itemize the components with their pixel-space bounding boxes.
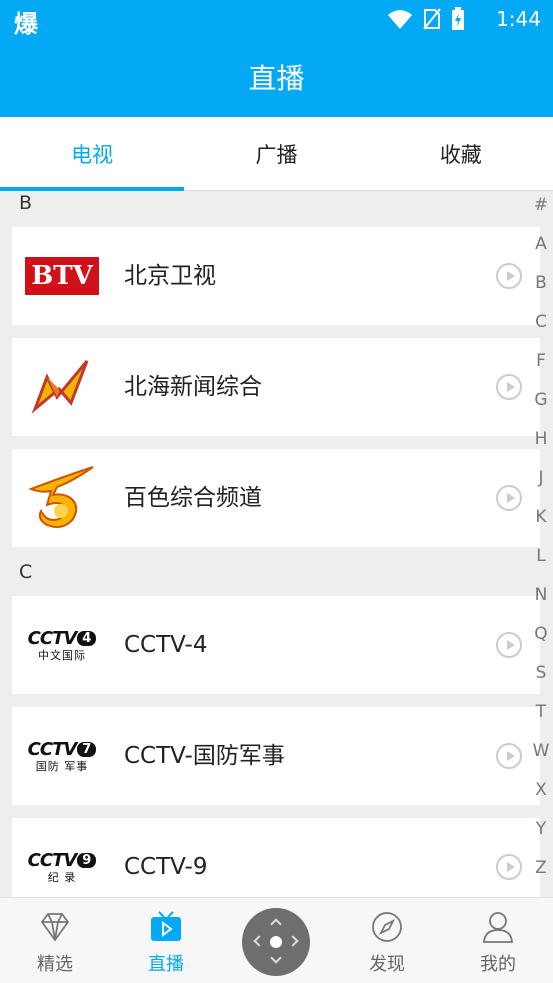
index-letter[interactable]: A bbox=[529, 234, 553, 254]
cctv-logo: CCTV 4 中文国际 bbox=[28, 629, 97, 661]
play-icon[interactable] bbox=[496, 485, 522, 511]
play-icon[interactable] bbox=[496, 263, 522, 289]
nav-live[interactable]: 直播 bbox=[121, 898, 211, 983]
index-letter[interactable]: Q bbox=[529, 624, 553, 644]
channel-logo: CCTV 7 国防 军事 bbox=[24, 729, 100, 783]
channel-name: 北海新闻综合 bbox=[124, 374, 262, 400]
channel-logo bbox=[24, 360, 100, 414]
clock: 1:44 bbox=[496, 7, 541, 31]
index-letter[interactable]: S bbox=[529, 663, 553, 683]
tab-favorites[interactable]: 收藏 bbox=[369, 117, 553, 190]
cctv-logo: CCTV 7 国防 军事 bbox=[28, 740, 97, 772]
channel-row[interactable]: CCTV 4 中文国际 CCTV-4 bbox=[12, 596, 540, 694]
app-notification-icon: 爆 bbox=[14, 10, 38, 38]
channel-logo bbox=[24, 466, 100, 528]
index-letter[interactable]: G bbox=[529, 390, 553, 410]
nav-label: 发现 bbox=[369, 954, 405, 975]
channel-name: 北京卫视 bbox=[124, 263, 216, 289]
chevron-up-icon bbox=[270, 918, 282, 930]
status-bar: 爆 1:44 bbox=[0, 0, 553, 38]
channel-row[interactable]: BTV 北京卫视 bbox=[12, 227, 540, 325]
play-icon[interactable] bbox=[496, 374, 522, 400]
chevron-left-icon bbox=[253, 935, 265, 947]
diamond-icon bbox=[40, 913, 70, 942]
index-letter[interactable]: X bbox=[529, 780, 553, 800]
index-letter[interactable]: Y bbox=[529, 819, 553, 839]
btv-logo: BTV bbox=[25, 257, 99, 295]
index-letter[interactable]: L bbox=[529, 546, 553, 566]
index-letter[interactable]: Z bbox=[529, 858, 553, 878]
channel-name: CCTV-9 bbox=[124, 854, 208, 880]
channel-list[interactable]: B BTV 北京卫视 北海新闻综合 百色综合频道 C CCTV 4 中文国际 C… bbox=[0, 191, 553, 897]
beihai-logo bbox=[31, 360, 89, 414]
nav-label: 我的 bbox=[480, 954, 516, 975]
remote-control-button[interactable] bbox=[242, 908, 310, 976]
channel-name: CCTV-国防军事 bbox=[124, 743, 285, 769]
compass-icon bbox=[372, 912, 402, 942]
center-dot-icon bbox=[270, 936, 282, 948]
page-title-bar: 直播 bbox=[0, 37, 553, 117]
index-letter[interactable]: K bbox=[529, 507, 553, 527]
channel-name: 百色综合频道 bbox=[124, 485, 262, 511]
tab-radio[interactable]: 广播 bbox=[184, 117, 368, 190]
tv-icon bbox=[151, 911, 181, 941]
alphabet-index[interactable]: # A B C F G H J K L N Q S T W X Y Z bbox=[529, 191, 553, 897]
chevron-right-icon bbox=[287, 935, 299, 947]
index-letter[interactable]: T bbox=[529, 702, 553, 722]
channel-logo: CCTV 9 纪 录 bbox=[24, 840, 100, 894]
index-letter[interactable]: B bbox=[529, 273, 553, 293]
index-letter[interactable]: # bbox=[529, 195, 553, 215]
index-letter[interactable]: W bbox=[529, 741, 553, 761]
page-title: 直播 bbox=[248, 62, 305, 95]
baise-logo bbox=[28, 466, 94, 528]
index-letter[interactable]: F bbox=[529, 351, 553, 371]
wifi-icon bbox=[388, 10, 412, 29]
play-icon[interactable] bbox=[496, 854, 522, 880]
tab-tv[interactable]: 电视 bbox=[0, 117, 185, 191]
channel-row[interactable]: CCTV 7 国防 军事 CCTV-国防军事 bbox=[12, 707, 540, 805]
channel-row[interactable]: 北海新闻综合 bbox=[12, 338, 540, 436]
tab-bar: 电视 广播 收藏 bbox=[0, 117, 553, 191]
nav-label: 直播 bbox=[148, 954, 184, 975]
channel-logo: BTV bbox=[24, 249, 100, 303]
battery-charging-icon bbox=[452, 7, 464, 30]
person-icon bbox=[483, 912, 513, 943]
index-letter[interactable]: C bbox=[529, 312, 553, 332]
index-letter[interactable]: N bbox=[529, 585, 553, 605]
bottom-nav: 精选 直播 发现 我的 bbox=[0, 897, 553, 983]
section-header-b: B bbox=[19, 192, 33, 214]
section-header-c: C bbox=[19, 561, 33, 583]
channel-logo: CCTV 4 中文国际 bbox=[24, 618, 100, 672]
play-icon[interactable] bbox=[496, 632, 522, 658]
channel-row[interactable]: 百色综合频道 bbox=[12, 449, 540, 547]
play-icon[interactable] bbox=[496, 743, 522, 769]
cctv-logo: CCTV 9 纪 录 bbox=[28, 851, 97, 883]
index-letter[interactable]: H bbox=[529, 429, 553, 449]
nav-label: 精选 bbox=[37, 954, 73, 975]
channel-row[interactable]: CCTV 9 纪 录 CCTV-9 bbox=[12, 818, 540, 897]
no-sim-icon bbox=[423, 8, 441, 30]
index-letter[interactable]: J bbox=[529, 468, 553, 488]
nav-mine[interactable]: 我的 bbox=[453, 898, 543, 983]
chevron-down-icon bbox=[270, 952, 282, 964]
channel-name: CCTV-4 bbox=[124, 632, 208, 658]
nav-featured[interactable]: 精选 bbox=[10, 898, 100, 983]
nav-discover[interactable]: 发现 bbox=[342, 898, 432, 983]
